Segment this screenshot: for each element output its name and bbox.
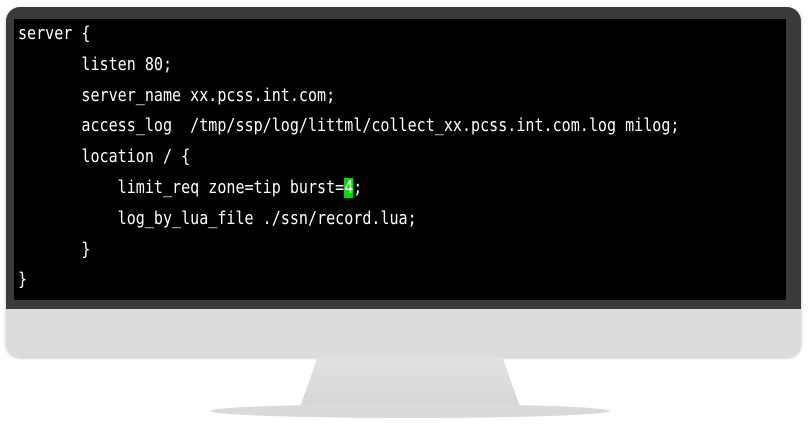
monitor-stand-neck <box>300 357 520 407</box>
monitor-stand-base <box>210 404 610 418</box>
code-line-2: listen 80; <box>18 54 173 75</box>
code-line-6-suffix: ; <box>353 177 363 198</box>
code-block: server { listen 80; server_name xx.pcss.… <box>18 19 679 296</box>
code-line-3: server_name xx.pcss.int.com; <box>18 85 336 106</box>
code-line-1: server { <box>18 24 91 44</box>
code-line-7: log_by_lua_file ./ssn/record.lua; <box>18 208 417 229</box>
code-line-6: limit_req zone=tip burst=4; <box>18 177 363 198</box>
code-line-6-prefix: limit_req zone=tip burst= <box>18 177 345 198</box>
code-line-5: location / { <box>18 147 191 168</box>
code-line-8: } <box>18 239 91 260</box>
terminal-screen[interactable]: server { listen 80; server_name xx.pcss.… <box>14 19 786 300</box>
text-cursor-highlight: 4 <box>344 177 354 198</box>
code-line-9: } <box>18 270 28 291</box>
code-line-4: access_log /tmp/ssp/log/littml/collect_x… <box>18 116 680 137</box>
